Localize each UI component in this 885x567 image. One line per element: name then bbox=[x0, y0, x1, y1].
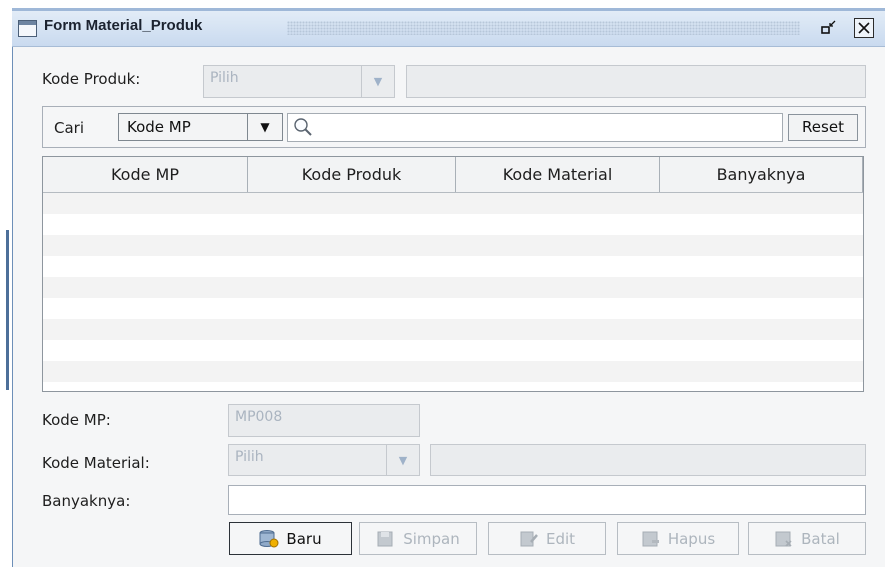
kode-material-combo-value: Pilih bbox=[235, 449, 264, 465]
baru-button[interactable]: Baru bbox=[229, 522, 352, 555]
column-header-banyaknya[interactable]: Banyaknya bbox=[660, 157, 863, 192]
simpan-button[interactable]: Simpan bbox=[359, 522, 477, 555]
chevron-down-icon: ▼ bbox=[386, 445, 419, 475]
close-icon[interactable] bbox=[854, 18, 874, 38]
window-title: Form Material_Produk bbox=[44, 17, 203, 34]
save-icon bbox=[376, 530, 396, 548]
search-label: Cari bbox=[54, 119, 84, 137]
kode-material-label: Kode Material: bbox=[42, 454, 150, 472]
column-header-kode-material[interactable]: Kode Material bbox=[456, 157, 660, 192]
table-row[interactable] bbox=[43, 319, 863, 340]
batal-button[interactable]: Batal bbox=[748, 522, 866, 555]
table-row[interactable] bbox=[43, 298, 863, 319]
baru-label: Baru bbox=[286, 529, 322, 548]
kode-mp-label: Kode MP: bbox=[42, 411, 111, 429]
window-icon bbox=[18, 20, 37, 37]
table-row[interactable] bbox=[43, 340, 863, 361]
chevron-down-icon: ▼ bbox=[361, 66, 394, 97]
column-header-kode-mp[interactable]: Kode MP bbox=[43, 157, 248, 192]
table-header: Kode MP Kode Produk Kode Material Banyak… bbox=[43, 157, 863, 193]
material-produk-table[interactable]: Kode MP Kode Produk Kode Material Banyak… bbox=[42, 156, 864, 392]
database-new-icon bbox=[259, 529, 279, 548]
table-row[interactable] bbox=[43, 193, 863, 214]
delete-icon bbox=[641, 530, 661, 548]
banyaknya-field[interactable] bbox=[228, 485, 866, 515]
search-icon bbox=[292, 116, 314, 138]
kode-produk-combo-value: Pilih bbox=[210, 70, 239, 86]
search-field-combo[interactable]: Kode MP ▼ bbox=[118, 113, 283, 141]
kode-material-combo[interactable]: Pilih ▼ bbox=[228, 444, 420, 476]
table-row[interactable] bbox=[43, 361, 863, 382]
simpan-label: Simpan bbox=[403, 529, 460, 548]
batal-label: Batal bbox=[801, 529, 840, 548]
kode-produk-combo[interactable]: Pilih ▼ bbox=[203, 65, 395, 98]
search-input[interactable] bbox=[287, 113, 783, 142]
material-name-field[interactable] bbox=[430, 444, 866, 476]
chevron-down-icon: ▼ bbox=[247, 114, 282, 140]
cancel-icon bbox=[774, 530, 794, 548]
hapus-button[interactable]: Hapus bbox=[617, 522, 739, 555]
edit-icon bbox=[519, 530, 539, 548]
banyaknya-label: Banyaknya: bbox=[42, 492, 131, 510]
reset-button[interactable]: Reset bbox=[788, 114, 858, 141]
edit-button[interactable]: Edit bbox=[488, 522, 606, 555]
desktop-edge bbox=[0, 0, 10, 567]
title-bar-grip bbox=[287, 21, 800, 35]
table-row[interactable] bbox=[43, 235, 863, 256]
produk-name-field[interactable] bbox=[406, 65, 866, 98]
kode-mp-field[interactable]: MP008 bbox=[228, 404, 420, 437]
edit-label: Edit bbox=[545, 529, 576, 548]
hapus-label: Hapus bbox=[667, 529, 716, 548]
table-row[interactable] bbox=[43, 214, 863, 235]
kode-produk-label: Kode Produk: bbox=[42, 70, 141, 88]
search-combo-value: Kode MP bbox=[127, 118, 191, 136]
column-header-kode-produk[interactable]: Kode Produk bbox=[248, 157, 456, 192]
table-row[interactable] bbox=[43, 277, 863, 298]
table-row[interactable] bbox=[43, 256, 863, 277]
restore-icon[interactable] bbox=[820, 19, 838, 37]
